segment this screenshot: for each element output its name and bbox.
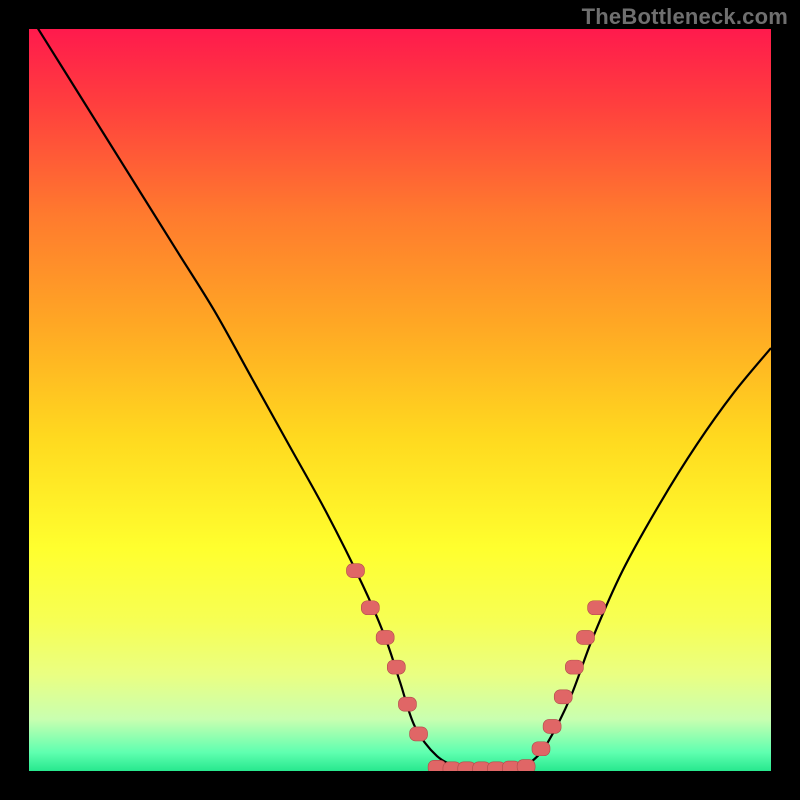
highlight-marker bbox=[588, 601, 606, 615]
highlight-marker bbox=[554, 690, 572, 704]
highlight-marker bbox=[577, 630, 595, 644]
highlight-marker bbox=[387, 660, 405, 674]
attribution-text: TheBottleneck.com bbox=[582, 4, 788, 30]
highlight-marker bbox=[361, 601, 379, 615]
highlight-marker bbox=[410, 727, 428, 741]
highlight-marker bbox=[517, 760, 535, 774]
gradient-background bbox=[29, 29, 771, 771]
highlight-marker bbox=[346, 564, 364, 578]
highlight-marker bbox=[543, 719, 561, 733]
highlight-marker bbox=[376, 630, 394, 644]
highlight-marker bbox=[532, 742, 550, 756]
highlight-marker bbox=[398, 697, 416, 711]
bottleneck-chart bbox=[0, 0, 800, 800]
chart-container: { "attribution": "TheBottleneck.com", "c… bbox=[0, 0, 800, 800]
highlight-marker bbox=[565, 660, 583, 674]
